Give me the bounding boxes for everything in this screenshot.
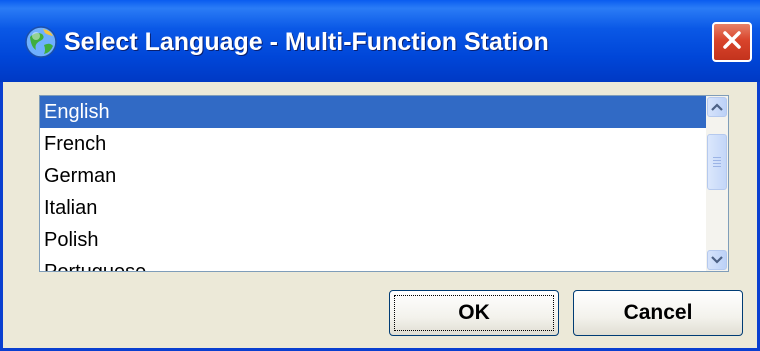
list-item-french[interactable]: French bbox=[40, 128, 706, 160]
chevron-up-icon bbox=[711, 98, 723, 116]
close-icon bbox=[721, 29, 743, 56]
ok-button[interactable]: OK bbox=[389, 290, 559, 336]
list-item-portuguese[interactable]: Portuguese bbox=[40, 256, 706, 271]
scroll-up-button[interactable] bbox=[707, 97, 727, 117]
list-item-english[interactable]: English bbox=[40, 96, 706, 128]
cancel-button[interactable]: Cancel bbox=[573, 290, 743, 336]
language-list: English French German Italian Polish Por… bbox=[40, 96, 706, 271]
close-button[interactable] bbox=[712, 22, 752, 62]
window-title: Select Language - Multi-Function Station bbox=[64, 28, 549, 56]
grip-icon bbox=[713, 157, 721, 167]
dialog-window: Select Language - Multi-Function Station… bbox=[0, 0, 760, 351]
focus-ring bbox=[394, 295, 554, 331]
scroll-thumb[interactable] bbox=[707, 134, 727, 190]
list-item-german[interactable]: German bbox=[40, 160, 706, 192]
cancel-button-label: Cancel bbox=[623, 301, 693, 324]
globe-icon bbox=[24, 25, 58, 59]
chevron-down-icon bbox=[711, 251, 723, 269]
title-bar[interactable]: Select Language - Multi-Function Station bbox=[0, 0, 760, 82]
list-item-italian[interactable]: Italian bbox=[40, 192, 706, 224]
list-item-polish[interactable]: Polish bbox=[40, 224, 706, 256]
list-scrollbar[interactable] bbox=[706, 96, 728, 271]
scroll-down-button[interactable] bbox=[707, 250, 727, 270]
language-listbox[interactable]: English French German Italian Polish Por… bbox=[39, 95, 729, 272]
